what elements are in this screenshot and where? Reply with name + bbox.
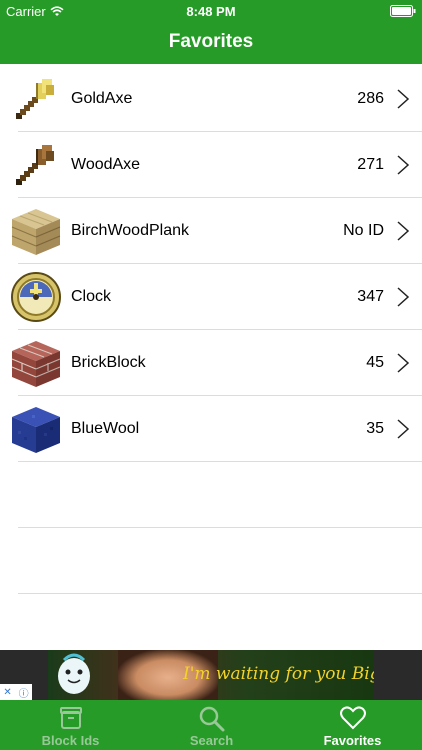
heart-icon bbox=[339, 706, 366, 730]
ad-banner[interactable]: I'm waiting for you Bigo! bbox=[0, 650, 422, 700]
item-id: 271 bbox=[357, 156, 384, 173]
status-bar: Carrier 8:48 PM bbox=[0, 0, 422, 22]
item-name: BrickBlock bbox=[71, 354, 146, 371]
tab-label: Block Ids bbox=[41, 733, 100, 748]
ad-image[interactable]: I'm waiting for you Bigo! bbox=[48, 650, 374, 700]
tab-label: Search bbox=[189, 733, 234, 748]
item-name: WoodAxe bbox=[71, 156, 141, 173]
chevron-right-icon bbox=[397, 89, 410, 109]
list-item[interactable]: BrickBlock 45 bbox=[0, 330, 422, 396]
blue-wool-icon bbox=[12, 407, 60, 453]
favorites-list: GoldAxe 286 WoodAxe 271 BirchWoodPlank N… bbox=[0, 66, 422, 594]
ad-choices-badge[interactable]: ✕ ⓘ bbox=[0, 684, 32, 700]
empty-row bbox=[0, 528, 422, 594]
list-item[interactable]: BlueWool 35 bbox=[0, 396, 422, 462]
item-id: 286 bbox=[357, 90, 384, 107]
item-name: GoldAxe bbox=[71, 90, 133, 107]
box-icon bbox=[59, 707, 82, 729]
search-icon bbox=[199, 706, 224, 732]
item-name: BlueWool bbox=[71, 420, 140, 437]
chevron-right-icon bbox=[397, 419, 410, 439]
status-time: 8:48 PM bbox=[186, 4, 236, 19]
list-item[interactable]: BirchWoodPlank No ID bbox=[0, 198, 422, 264]
wood-axe-icon bbox=[16, 145, 54, 185]
tab-search[interactable]: Search bbox=[141, 700, 282, 750]
clock-icon bbox=[11, 272, 61, 322]
navigation-bar: Carrier 8:48 PM Favorites bbox=[0, 0, 422, 64]
item-id: 35 bbox=[366, 420, 384, 437]
chevron-right-icon bbox=[397, 353, 410, 373]
battery-icon bbox=[390, 5, 416, 20]
gold-axe-icon bbox=[16, 79, 54, 119]
tab-label: Favorites bbox=[323, 733, 382, 748]
ad-text: I'm waiting for you Bigo! bbox=[183, 664, 374, 684]
item-id: 45 bbox=[366, 354, 384, 371]
list-item[interactable]: GoldAxe 286 bbox=[0, 66, 422, 132]
item-name: BirchWoodPlank bbox=[71, 222, 189, 239]
chevron-right-icon bbox=[397, 221, 410, 241]
close-icon[interactable]: ✕ bbox=[3, 687, 11, 698]
info-icon[interactable]: ⓘ bbox=[19, 685, 29, 700]
chevron-right-icon bbox=[397, 287, 410, 307]
birch-wood-plank-icon bbox=[11, 209, 61, 255]
chevron-right-icon bbox=[397, 155, 410, 175]
empty-row bbox=[0, 462, 422, 528]
list-item[interactable]: Clock 347 bbox=[0, 264, 422, 330]
list-item[interactable]: WoodAxe 271 bbox=[0, 132, 422, 198]
page-title: Favorites bbox=[168, 31, 254, 52]
tab-favorites[interactable]: Favorites bbox=[282, 700, 422, 750]
tab-block-ids[interactable]: Block Ids bbox=[0, 700, 141, 750]
tab-bar: Block Ids Search Favorites bbox=[0, 700, 422, 750]
item-id: 347 bbox=[357, 288, 384, 305]
item-name: Clock bbox=[71, 288, 112, 305]
brick-block-icon bbox=[11, 341, 61, 387]
item-id: No ID bbox=[343, 222, 384, 239]
mascot-icon bbox=[58, 653, 90, 694]
